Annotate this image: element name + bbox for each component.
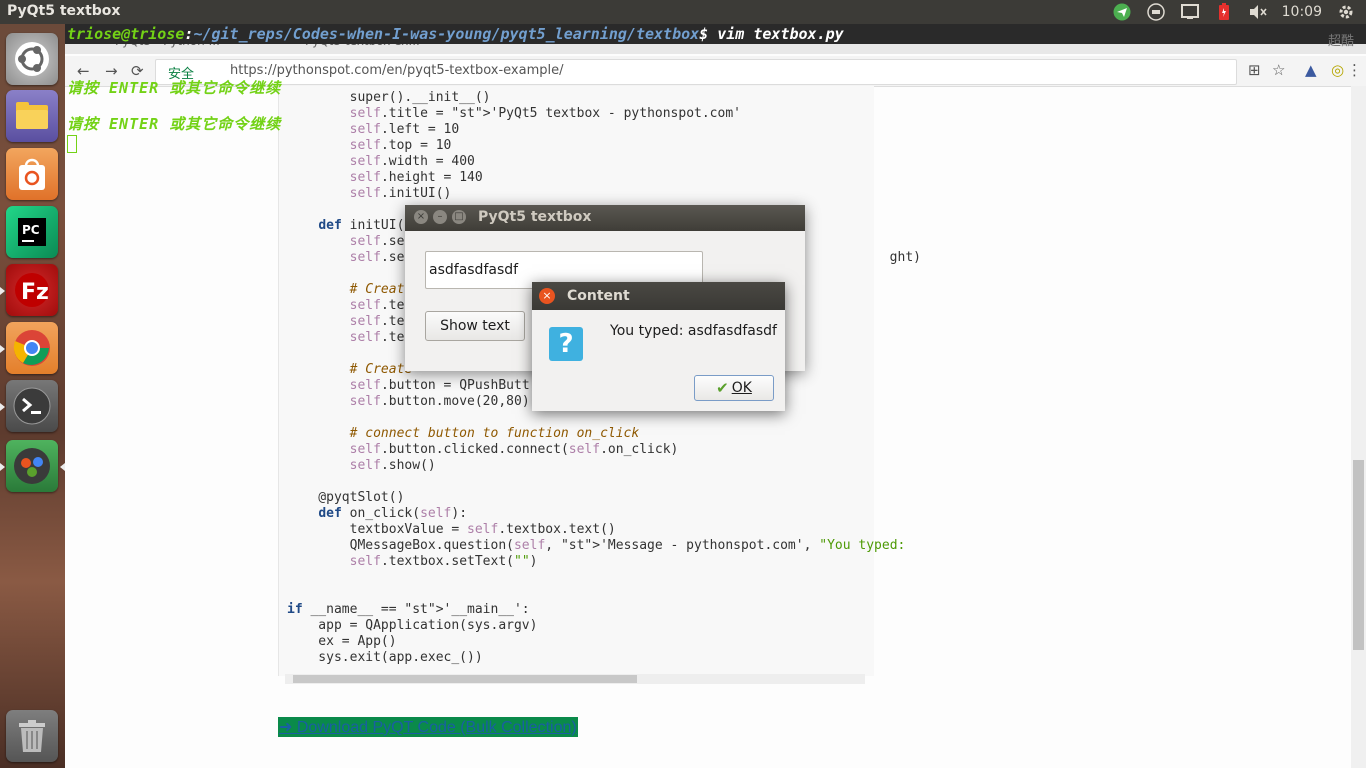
message-dialog: × Content ? You typed: asdfasdfasdf ✔ OK [532, 282, 785, 411]
software-center-icon[interactable] [6, 148, 58, 200]
download-link-label: Download PyQT Code (Bulk Collection) [296, 719, 577, 736]
menu-icon[interactable]: ⋮ [1347, 61, 1362, 79]
terminal-prompt: triose@triose:~/git_reps/Codes-when-I-wa… [67, 25, 844, 43]
message-text: You typed: asdfasdfasdf [610, 323, 777, 339]
chrome-icon[interactable] [6, 322, 58, 374]
terminal-cursor [67, 135, 77, 153]
bookmark-star-icon[interactable]: ☆ [1272, 61, 1285, 79]
translate-icon[interactable]: ⊞ [1248, 61, 1261, 79]
ok-button[interactable]: ✔ OK [694, 375, 774, 401]
terminal-icon[interactable] [6, 380, 58, 432]
message-dialog-title: Content [567, 288, 630, 304]
question-icon: ? [549, 327, 583, 361]
prompt-path: ~/git_reps/Codes-when-I-was-young/pyqt5_… [193, 25, 700, 43]
filezilla-icon[interactable]: Fz [6, 264, 58, 316]
download-icon: ➜ [279, 719, 297, 736]
message-dialog-titlebar[interactable]: × Content [532, 282, 785, 310]
running-indicator [0, 403, 5, 411]
keyboard-icon[interactable] [1146, 3, 1166, 21]
url-field[interactable]: 安全 https://pythonspot.com/en/pyqt5-textb… [155, 59, 1237, 85]
launcher: PC Fz [0, 24, 65, 768]
gear-icon[interactable] [1336, 3, 1356, 21]
terminal-message: 请按 ENTER 或其它命令继续 [67, 79, 282, 97]
close-icon[interactable]: × [539, 288, 555, 304]
telegram-icon[interactable] [1112, 3, 1132, 21]
minimize-icon[interactable]: – [433, 210, 447, 224]
maximize-icon[interactable]: □ [452, 210, 466, 224]
system-tray: 10:09 [1112, 0, 1356, 24]
top-panel: PyQt5 textbox 10:09 [0, 0, 1366, 24]
terminal-message: 请按 ENTER 或其它命令继续 [67, 115, 282, 133]
trash-icon[interactable] [6, 710, 58, 762]
prompt-command: $ vim textbox.py [699, 25, 844, 43]
checkmark-icon: ✔ [716, 379, 729, 397]
ubuntu-dash-icon[interactable] [6, 33, 58, 85]
vertical-scrollbar[interactable] [1351, 86, 1366, 768]
battery-icon[interactable] [1214, 3, 1234, 21]
running-indicator [0, 463, 5, 471]
close-icon[interactable]: × [414, 210, 428, 224]
pyqt-window-title: PyQt5 textbox [478, 209, 592, 225]
volume-icon[interactable] [1248, 3, 1268, 21]
clock[interactable]: 10:09 [1282, 4, 1322, 20]
message-dialog-body: ? You typed: asdfasdfasdf ✔ OK [532, 310, 785, 411]
running-indicator [0, 287, 5, 295]
running-indicator [0, 345, 5, 353]
settings-icon[interactable] [6, 440, 58, 492]
pycharm-icon[interactable]: PC [6, 206, 58, 258]
window-title: PyQt5 textbox [7, 3, 121, 19]
extension-icon[interactable]: ▲ [1305, 61, 1317, 79]
svg-text:Fz: Fz [21, 280, 49, 305]
svg-text:PC: PC [22, 223, 40, 237]
url-text: https://pythonspot.com/en/pyqt5-textbox-… [230, 63, 564, 78]
prompt-user: triose@triose [67, 25, 185, 43]
extension-icon[interactable]: ◎ [1331, 61, 1344, 79]
files-icon[interactable] [6, 90, 58, 142]
terminal-corner-text: 超酷 [1327, 34, 1354, 49]
horizontal-scrollbar[interactable] [285, 674, 865, 684]
download-link[interactable]: ➜ Download PyQT Code (Bulk Collection) [278, 717, 578, 737]
display-icon[interactable] [1180, 3, 1200, 21]
pyqt-titlebar[interactable]: × – □ PyQt5 textbox [405, 205, 805, 231]
ok-button-label: OK [731, 380, 752, 396]
show-text-button[interactable]: Show text [425, 311, 525, 341]
